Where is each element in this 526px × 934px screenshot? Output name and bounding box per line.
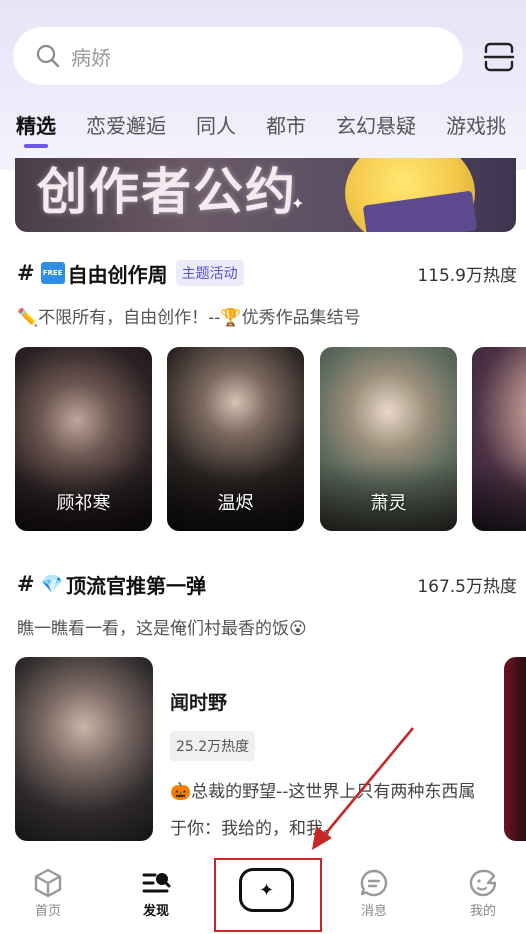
hash-icon: # <box>17 261 35 285</box>
section-heat: 167.5万热度 <box>417 576 517 597</box>
creator-pact-banner[interactable]: 创作者公约 ✦ <box>15 158 516 232</box>
feature-character-name[interactable]: 闻时野 <box>170 688 227 715</box>
section-description: ✏️不限所有，自由创作！--🏆优秀作品集结号 <box>17 308 361 328</box>
profile-icon <box>469 869 497 897</box>
sparkle-icon: ✦ <box>291 194 305 213</box>
nav-messages[interactable]: 消息 <box>334 868 414 919</box>
discover-icon <box>142 873 171 893</box>
hash-icon: # <box>17 572 35 596</box>
nav-profile[interactable]: 我的 <box>443 868 523 919</box>
character-card[interactable]: 萧灵 <box>320 347 457 531</box>
nav-messages-label: 消息 <box>360 904 387 919</box>
character-card[interactable]: 玉 <box>472 347 526 531</box>
feature-character-portrait[interactable] <box>15 657 153 841</box>
tab-fantasy-mystery[interactable]: 玄幻悬疑 <box>336 110 416 150</box>
nav-profile-label: 我的 <box>469 904 496 919</box>
message-icon <box>360 869 388 897</box>
scan-button[interactable] <box>482 40 516 74</box>
feature-description: 🎃总裁的野望--这世界上只有两种东西属于你：我给的，和我。 <box>170 782 476 839</box>
tab-fanfic[interactable]: 同人 <box>196 110 236 150</box>
character-name: 萧灵 <box>370 493 407 514</box>
search-bar[interactable]: 病娇 <box>13 27 463 85</box>
character-card[interactable]: 顾祁寒 <box>15 347 152 531</box>
character-card-row: 顾祁寒 温烬 萧灵 玉 <box>15 347 526 531</box>
nav-discover[interactable]: 发现 <box>116 868 196 919</box>
feature-heat-badge: 25.2万热度 <box>170 731 256 761</box>
character-name: 顾祁寒 <box>56 493 111 514</box>
section-header-top-picks[interactable]: # 💎 顶流官推第一弹 167.5万热度 <box>17 569 517 599</box>
character-card[interactable]: 温烬 <box>167 347 304 531</box>
banner-title: 创作者公约 <box>37 162 297 221</box>
tab-urban[interactable]: 都市 <box>266 110 306 150</box>
search-icon <box>36 44 60 68</box>
nav-home-label: 首页 <box>34 904 61 919</box>
tab-featured[interactable]: 精选 <box>16 110 56 150</box>
highlight-box <box>214 858 322 932</box>
character-name: 玉 <box>472 489 526 515</box>
search-input[interactable]: 病娇 <box>71 42 111 71</box>
tab-romance[interactable]: 恋爱邂逅 <box>86 110 166 150</box>
section-title: 顶流官推第一弹 <box>66 573 207 598</box>
diamond-icon: 💎 <box>40 573 64 595</box>
tab-game[interactable]: 游戏挑 <box>446 110 506 150</box>
nav-home[interactable]: 首页 <box>8 868 88 919</box>
nav-discover-label: 发现 <box>142 904 169 919</box>
section-title: 自由创作周 <box>67 262 168 287</box>
scan-icon <box>483 42 515 72</box>
section-heat: 115.9万热度 <box>417 265 517 286</box>
topic-badge: 主题活动 <box>175 260 244 286</box>
section-header-free-creation[interactable]: # FREE 自由创作周 主题活动 115.9万热度 <box>17 258 517 288</box>
free-badge-icon: FREE <box>40 262 65 284</box>
home-cube-icon <box>34 868 62 898</box>
category-tabs: 精选 恋爱邂逅 同人 都市 玄幻悬疑 游戏挑 <box>16 110 526 150</box>
character-name: 温烬 <box>217 493 254 514</box>
section-description: 瞧一瞧看一看，这是俺们村最香的饭😮 <box>17 619 307 639</box>
next-card-peek[interactable] <box>504 657 526 841</box>
